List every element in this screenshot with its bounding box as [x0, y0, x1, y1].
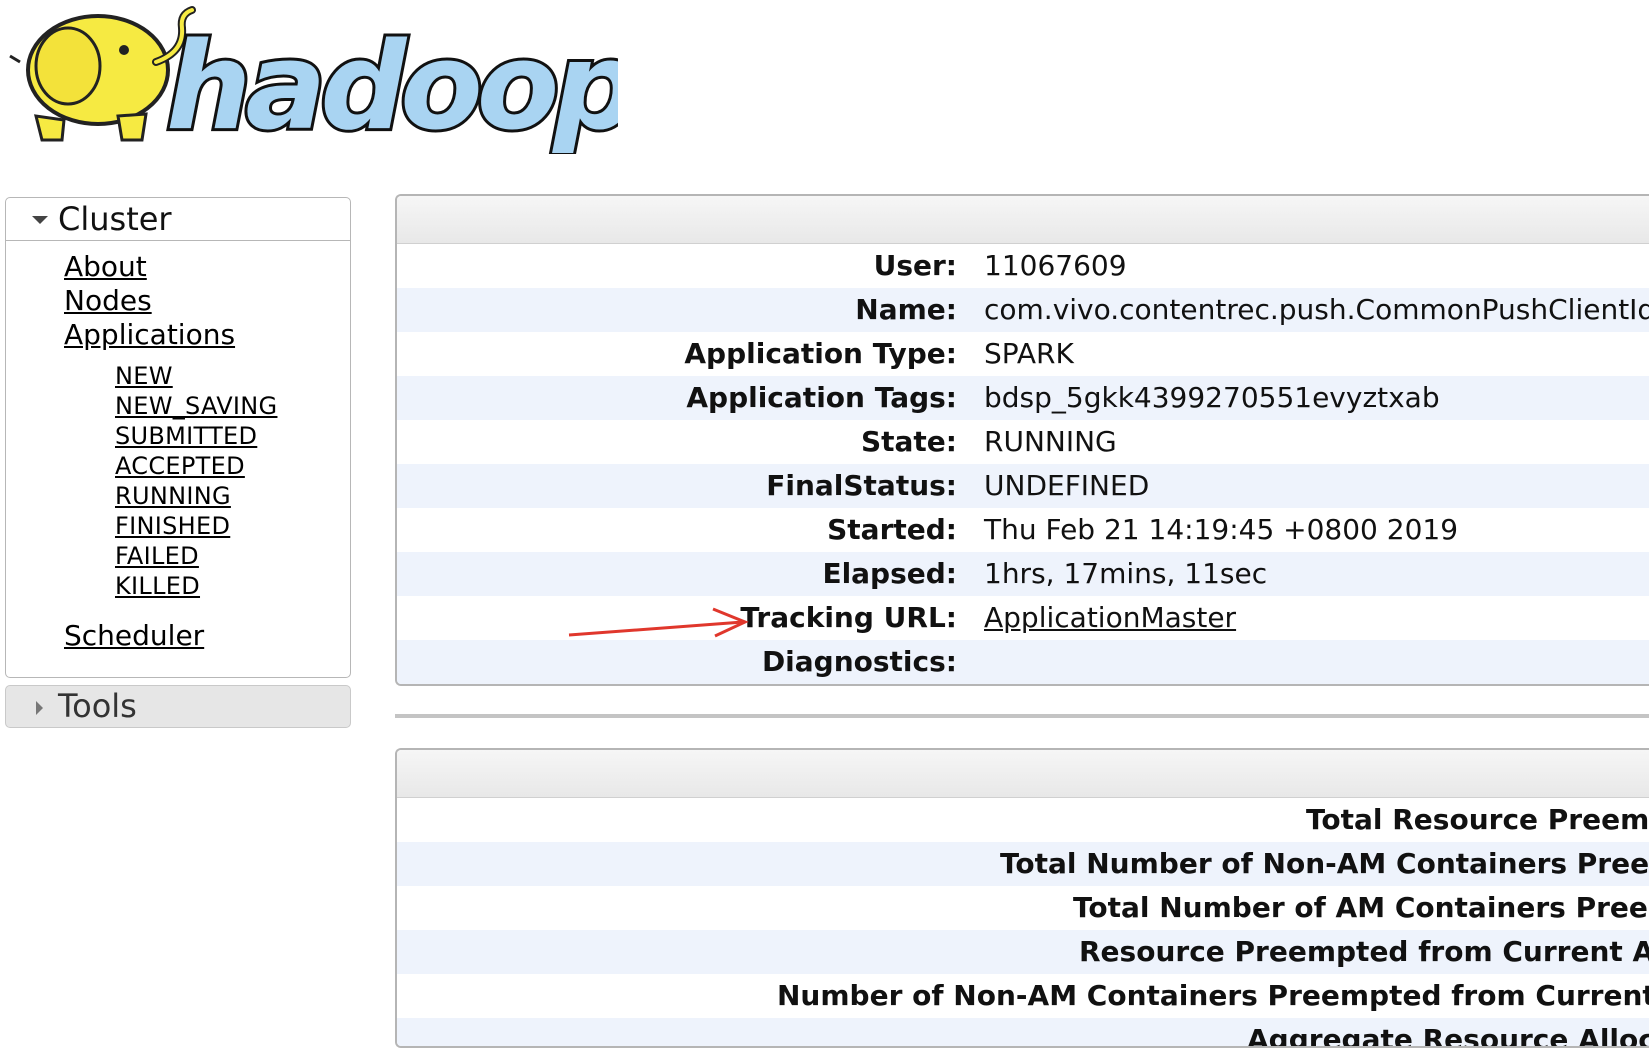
tools-header[interactable]: Tools — [6, 686, 350, 727]
triangle-down-icon — [32, 216, 48, 224]
tools-title: Tools — [58, 687, 137, 725]
info-key: FinalStatus: — [766, 469, 957, 502]
hadoop-wordmark: hadoop — [166, 18, 618, 154]
red-arrow-icon — [568, 607, 749, 638]
preempt-key: Total Number of Non-AM Containers Preemp… — [1000, 847, 1649, 880]
app-state-new-saving[interactable]: NEW_SAVING — [115, 391, 277, 421]
preempt-row: Resource Preempted from Current Attempt: — [397, 930, 1649, 974]
app-state-submitted[interactable]: SUBMITTED — [115, 421, 257, 451]
cluster-title: Cluster — [58, 200, 172, 238]
info-value: com.vivo.contentrec.push.CommonPushClien… — [984, 293, 1649, 326]
preempt-row: Total Number of Non-AM Containers Preemp… — [397, 842, 1649, 886]
info-row-application-tags: Application Tags: bdsp_5gkk4399270551evy… — [397, 376, 1649, 420]
app-state-running[interactable]: RUNNING — [115, 481, 231, 511]
preemption-panel: Total Resource Preempted: Total Number o… — [395, 748, 1649, 1048]
preempt-row: Aggregate Resource Allocation: — [397, 1018, 1649, 1048]
preempt-key: Total Resource Preempted: — [1306, 803, 1649, 836]
info-row-name: Name: com.vivo.contentrec.push.CommonPus… — [397, 288, 1649, 332]
nav-link-nodes[interactable]: Nodes — [64, 284, 152, 318]
info-key: Diagnostics: — [761, 645, 957, 678]
info-row-user: User: 11067609 — [397, 244, 1649, 288]
info-key: Started: — [827, 513, 957, 546]
nav-link-scheduler[interactable]: Scheduler — [64, 619, 204, 653]
app-state-accepted[interactable]: ACCEPTED — [115, 451, 245, 481]
info-row-started: Started: Thu Feb 21 14:19:45 +0800 2019 — [397, 508, 1649, 552]
nav-link-applications[interactable]: Applications — [64, 318, 235, 352]
preempt-row: Total Number of AM Containers Preempted: — [397, 886, 1649, 930]
info-value: RUNNING — [984, 425, 1117, 458]
preempt-row: Number of Non-AM Containers Preempted fr… — [397, 974, 1649, 1018]
info-key: User: — [873, 249, 957, 282]
panel-header — [397, 750, 1649, 798]
info-key: Name: — [855, 293, 957, 326]
app-state-finished[interactable]: FINISHED — [115, 511, 230, 541]
info-key: State: — [860, 425, 957, 458]
info-key: Application Type: — [684, 337, 957, 370]
section-divider — [395, 714, 1649, 718]
preempt-key: Total Number of AM Containers Preempted: — [1073, 891, 1649, 924]
preempt-key: Number of Non-AM Containers Preempted fr… — [777, 979, 1649, 1012]
info-row-diagnostics: Diagnostics: — [397, 640, 1649, 684]
cluster-nav-box: Cluster About Nodes Applications NEW NEW… — [5, 197, 351, 678]
triangle-right-icon — [36, 701, 43, 715]
nav-link-about[interactable]: About — [64, 250, 147, 284]
info-value: Thu Feb 21 14:19:45 +0800 2019 — [984, 513, 1459, 546]
info-value: 11067609 — [984, 249, 1127, 282]
info-row-elapsed: Elapsed: 1hrs, 17mins, 11sec — [397, 552, 1649, 596]
info-row-final-status: FinalStatus: UNDEFINED — [397, 464, 1649, 508]
preempt-key: Aggregate Resource Allocation: — [1247, 1023, 1649, 1048]
preempt-key: Resource Preempted from Current Attempt: — [1079, 935, 1649, 968]
app-state-killed[interactable]: KILLED — [115, 571, 200, 601]
panel-header — [397, 196, 1649, 244]
info-value: 1hrs, 17mins, 11sec — [984, 557, 1268, 590]
info-value: bdsp_5gkk4399270551evyztxab — [984, 381, 1440, 414]
app-state-failed[interactable]: FAILED — [115, 541, 199, 571]
info-value: UNDEFINED — [984, 469, 1150, 502]
info-value: SPARK — [984, 337, 1074, 370]
info-key: Application Tags: — [686, 381, 957, 414]
cluster-header[interactable]: Cluster — [6, 198, 350, 241]
preempt-row: Total Resource Preempted: — [397, 798, 1649, 842]
elephant-icon — [9, 6, 196, 142]
info-row-state: State: RUNNING — [397, 420, 1649, 464]
info-key: Tracking URL: — [740, 601, 957, 634]
tools-nav-box[interactable]: Tools — [5, 685, 351, 728]
info-key: Elapsed: — [822, 557, 957, 590]
hadoop-logo: hadoop — [9, 6, 618, 154]
tracking-url-link[interactable]: ApplicationMaster — [984, 596, 1236, 640]
info-row-application-type: Application Type: SPARK — [397, 332, 1649, 376]
app-state-new[interactable]: NEW — [115, 361, 173, 391]
